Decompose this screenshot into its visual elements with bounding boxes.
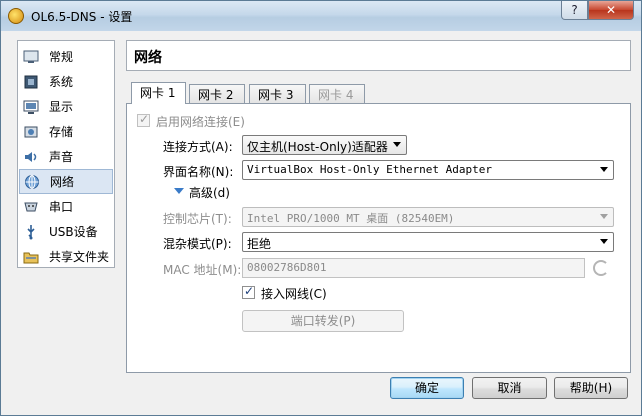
page-title: 网络 <box>134 50 162 66</box>
window-title: OL6.5-DNS - 设置 <box>31 10 133 24</box>
chevron-down-icon <box>600 239 608 244</box>
sidebar-item-label: 串口 <box>49 200 74 214</box>
attached-to-value: 仅主机(Host-Only)适配器 <box>247 140 388 154</box>
help-button[interactable]: 帮助(H) <box>554 377 628 399</box>
shared-folder-icon <box>22 248 39 265</box>
mac-address-label: MAC 地址(M): <box>163 263 242 277</box>
attached-to-label: 连接方式(A): <box>163 140 233 154</box>
adapter-type-value: Intel PRO/1000 MT 桌面 (82540EM) <box>247 212 455 225</box>
cancel-button[interactable]: 取消 <box>472 377 547 399</box>
port-forwarding-button: 端口转发(P) <box>242 310 404 332</box>
settings-sidebar: 常规 系统 显示 存储 声音 网络 串口 USB设备 共享文件夹 <box>17 40 115 268</box>
adapter-name-value: VirtualBox Host-Only Ethernet Adapter <box>247 163 493 176</box>
display-icon <box>22 98 39 115</box>
advanced-toggle[interactable]: 高级(d) <box>189 184 230 201</box>
close-button[interactable]: ✕ <box>588 1 634 20</box>
mac-address-field: 08002786D801 <box>242 258 585 278</box>
title-help-button[interactable]: ? <box>561 1 588 20</box>
cable-connected-label[interactable]: 接入网线(C) <box>261 285 327 302</box>
sidebar-item-label: 系统 <box>49 75 74 89</box>
title-bar[interactable]: OL6.5-DNS - 设置 ? ✕ <box>1 1 641 31</box>
sidebar-item-label: 常规 <box>49 50 74 64</box>
sidebar-item-label: 共享文件夹 <box>49 250 110 264</box>
adapter-type-label: 控制芯片(T): <box>163 212 232 226</box>
enable-adapter-label: 启用网络连接(E) <box>156 115 245 129</box>
promiscuous-mode-value: 拒绝 <box>247 237 272 251</box>
network-icon <box>23 173 40 190</box>
system-icon <box>22 73 39 90</box>
settings-window: OL6.5-DNS - 设置 ? ✕ 常规 系统 显示 存储 声音 网络 串口 … <box>0 0 642 416</box>
tab-adapter-3[interactable]: 网卡 3 <box>249 84 306 103</box>
virtualbox-app-icon <box>8 8 24 24</box>
sidebar-item-general[interactable]: 常规 <box>18 44 114 69</box>
sidebar-item-label: 声音 <box>49 150 74 164</box>
storage-icon <box>22 123 39 140</box>
refresh-mac-icon <box>593 260 609 276</box>
sidebar-item-label: 显示 <box>49 100 74 114</box>
sidebar-item-serial-ports[interactable]: 串口 <box>18 194 114 219</box>
sidebar-item-usb[interactable]: USB设备 <box>18 219 114 244</box>
promiscuous-label: 混杂模式(P): <box>163 237 232 251</box>
sidebar-item-label: 存储 <box>49 125 74 139</box>
usb-icon <box>22 223 39 240</box>
tab-adapter-2[interactable]: 网卡 2 <box>189 84 245 103</box>
chevron-down-icon <box>393 142 401 147</box>
sidebar-item-storage[interactable]: 存储 <box>18 119 114 144</box>
sidebar-item-audio[interactable]: 声音 <box>18 144 114 169</box>
sidebar-item-display[interactable]: 显示 <box>18 94 114 119</box>
tab-adapter-1[interactable]: 网卡 1 <box>131 82 186 104</box>
adapter-name-label: 界面名称(N): <box>163 165 234 179</box>
adapter-type-select: Intel PRO/1000 MT 桌面 (82540EM) <box>242 207 614 227</box>
audio-icon <box>22 148 39 165</box>
sidebar-item-label: 网络 <box>50 175 75 189</box>
page-header: 网络 <box>126 40 631 71</box>
sidebar-item-label: USB设备 <box>49 225 98 239</box>
chevron-down-icon <box>600 214 608 219</box>
dialog-body: 常规 系统 显示 存储 声音 网络 串口 USB设备 共享文件夹 网络 网卡 1… <box>8 31 635 409</box>
promiscuous-mode-select[interactable]: 拒绝 <box>242 232 614 252</box>
adapter-panel: 启用网络连接(E) 连接方式(A): 仅主机(Host-Only)适配器 界面名… <box>126 103 631 373</box>
cable-connected-checkbox[interactable] <box>242 284 255 299</box>
serial-port-icon <box>22 198 39 215</box>
adapter-name-select[interactable]: VirtualBox Host-Only Ethernet Adapter <box>242 160 614 180</box>
ok-button[interactable]: 确定 <box>390 377 464 399</box>
expand-arrow-icon[interactable] <box>174 188 184 194</box>
chevron-down-icon <box>600 167 608 172</box>
sidebar-item-shared-folders[interactable]: 共享文件夹 <box>18 244 114 269</box>
enable-adapter-checkbox <box>137 112 150 127</box>
sidebar-item-system[interactable]: 系统 <box>18 69 114 94</box>
attached-to-select[interactable]: 仅主机(Host-Only)适配器 <box>242 135 407 155</box>
tab-adapter-4: 网卡 4 <box>309 84 365 103</box>
sidebar-item-network[interactable]: 网络 <box>19 169 113 194</box>
general-icon <box>22 48 39 65</box>
